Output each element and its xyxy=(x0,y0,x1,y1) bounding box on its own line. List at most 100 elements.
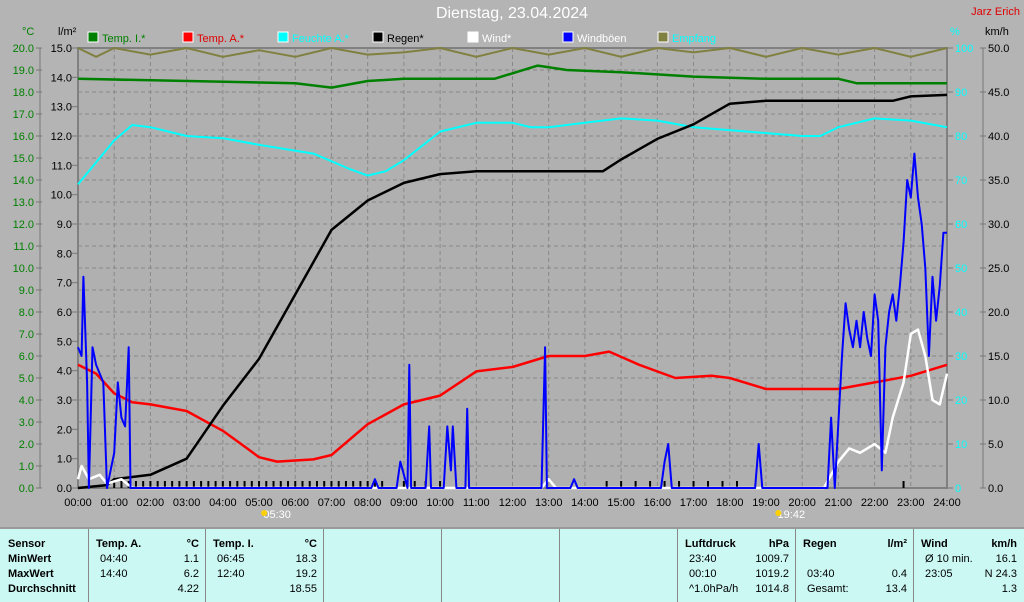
unit-label: °C xyxy=(186,538,199,550)
x-tick-label: 09:00 xyxy=(390,497,418,509)
axis-tick-label: 45.0 xyxy=(988,87,1009,99)
axis-tick-label: 0 xyxy=(955,483,961,495)
legend-swatch xyxy=(467,31,479,43)
axis-tick-label: 19.0 xyxy=(13,65,34,77)
unit-label: km/h xyxy=(991,538,1017,550)
stat-value: N 24.3 xyxy=(984,568,1017,580)
axis-tick-label: 20.0 xyxy=(988,307,1009,319)
stat-time: 23:05 xyxy=(925,568,953,580)
axis-tick-label: 7.0 xyxy=(57,278,72,290)
sunrise-label: 05:30 xyxy=(263,509,291,521)
axis-tick-label: 0.0 xyxy=(57,483,72,495)
axis-tick-label: 16.0 xyxy=(13,131,34,143)
stat-time: 00:10 xyxy=(689,568,717,580)
axis-unit-label: °C xyxy=(22,26,34,38)
sun-icon xyxy=(261,510,268,516)
axis-unit-label: % xyxy=(950,26,960,38)
row-label: MaxWert xyxy=(8,568,54,580)
axis-tick-label: 35.0 xyxy=(988,175,1009,187)
legend-label: Temp. A.* xyxy=(197,33,245,45)
stat-value: 0.4 xyxy=(891,568,907,580)
unit-label: hPa xyxy=(768,538,789,550)
axis-tick-label: 2.0 xyxy=(19,439,34,451)
x-tick-label: 01:00 xyxy=(100,497,128,509)
axis-unit-label: km/h xyxy=(985,26,1009,38)
axis-tick-label: 30 xyxy=(955,351,967,363)
axis-tick-label: 7.0 xyxy=(19,329,34,341)
axis-tick-label: 60 xyxy=(955,219,967,231)
axis-tick-label: 3.0 xyxy=(19,417,34,429)
axis-unit-label: l/m² xyxy=(58,26,77,38)
axis-tick-label: 50.0 xyxy=(988,43,1009,55)
sun-icon xyxy=(775,510,782,516)
legend-swatch xyxy=(277,31,289,43)
stat-time: 04:40 xyxy=(100,553,128,565)
row-label: Durchschnitt xyxy=(8,583,76,595)
sunset-label: 19:42 xyxy=(778,509,806,521)
axis-tick-label: 80 xyxy=(955,131,967,143)
x-tick-label: 20:00 xyxy=(788,497,816,509)
legend-label: Regen* xyxy=(387,33,424,45)
x-tick-label: 02:00 xyxy=(137,497,165,509)
x-tick-label: 17:00 xyxy=(680,497,708,509)
x-tick-label: 22:00 xyxy=(861,497,889,509)
axis-tick-label: 0.0 xyxy=(988,483,1003,495)
sensor-header: Sensor xyxy=(8,538,46,550)
sensor-column: Sensor MinWert MaxWert Durchschnitt xyxy=(0,529,89,602)
stat-value: 6.2 xyxy=(183,568,199,580)
stat-value: 1.1 xyxy=(183,553,199,565)
temp-i-column: Temp. I. °C 06:45 18.3 12:40 19.2 18.55 xyxy=(205,529,324,602)
axis-tick-label: 12.0 xyxy=(51,131,72,143)
legend-swatch xyxy=(87,31,99,43)
temp-a-column: Temp. A. °C 04:40 1.1 14:40 6.2 4.22 xyxy=(88,529,206,602)
legend-swatch xyxy=(372,31,384,43)
legend-label: Windböen xyxy=(577,33,627,45)
axis-tick-label: 9.0 xyxy=(19,285,34,297)
x-tick-label: 19:00 xyxy=(752,497,780,509)
empty-column xyxy=(323,529,442,602)
axis-tick-label: 5.0 xyxy=(988,439,1003,451)
axis-tick-label: 4.0 xyxy=(57,366,72,378)
axis-tick-label: 3.0 xyxy=(57,395,72,407)
x-tick-label: 06:00 xyxy=(281,497,309,509)
stat-time: ^1.0hPa/h xyxy=(689,583,739,595)
stat-value: 4.22 xyxy=(177,583,199,595)
axis-tick-label: 6.0 xyxy=(57,307,72,319)
stat-time: 06:45 xyxy=(217,553,245,565)
axis-tick-label: 14.0 xyxy=(51,72,72,84)
axis-tick-label: 1.0 xyxy=(57,454,72,466)
axis-tick-label: 11.0 xyxy=(51,160,72,172)
unit-label: l/m² xyxy=(887,538,907,550)
axis-tick-label: 10.0 xyxy=(988,395,1009,407)
column-header: Regen xyxy=(803,538,837,550)
x-tick-label: 24:00 xyxy=(933,497,961,509)
axis-tick-label: 1.0 xyxy=(19,461,34,473)
weather-chart: 0.0 1.0 2.0 3.0 4.0 5.0 6.0 7.0 8.0 9.0 10.0 11.0 12… xyxy=(13,26,1010,521)
stat-time: 23:40 xyxy=(689,553,717,565)
axis-tick-label: 13.0 xyxy=(13,197,34,209)
axis-tick-label: 8.0 xyxy=(19,307,34,319)
x-tick-label: 10:00 xyxy=(426,497,454,509)
rain-tick xyxy=(902,481,905,488)
axis-tick-label: 90 xyxy=(955,87,967,99)
legend-swatch xyxy=(657,31,669,43)
rain-tick xyxy=(120,481,123,488)
stats-table: Sensor MinWert MaxWert Durchschnitt Temp… xyxy=(0,527,1024,602)
column-header: Temp. A. xyxy=(96,538,142,550)
x-tick-label: 05:00 xyxy=(245,497,273,509)
stat-time: Gesamt: xyxy=(807,583,849,595)
empty-column xyxy=(441,529,560,602)
stat-value: 1014.8 xyxy=(755,583,789,595)
column-header: Luftdruck xyxy=(685,538,736,550)
legend-label: Temp. I.* xyxy=(102,33,146,45)
axis-tick-label: 40 xyxy=(955,307,967,319)
x-tick-label: 15:00 xyxy=(607,497,635,509)
axis-tick-label: 4.0 xyxy=(19,395,34,407)
axis-tick-label: 70 xyxy=(955,175,967,187)
stat-value: 1009.7 xyxy=(755,553,789,565)
column-header: Temp. I. xyxy=(213,538,254,550)
x-tick-label: 13:00 xyxy=(535,497,563,509)
x-tick-label: 11:00 xyxy=(463,497,490,509)
x-tick-label: 08:00 xyxy=(354,497,382,509)
legend-label: Wind* xyxy=(482,33,512,45)
